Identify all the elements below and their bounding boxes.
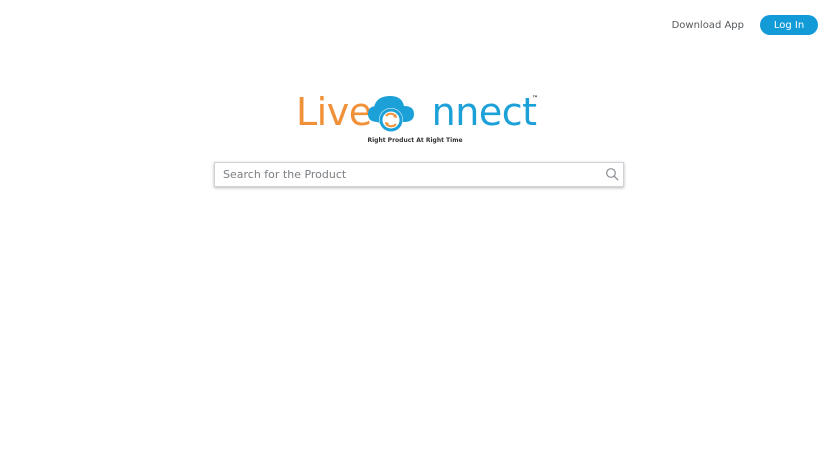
download-app-link[interactable]: Download App <box>672 20 744 31</box>
logo-tagline: Right Product At Right Time <box>367 137 463 144</box>
liveconnect-logo: LiveCnnect ™ <box>296 90 546 140</box>
search-icon[interactable] <box>605 167 619 181</box>
search-input[interactable] <box>215 163 595 186</box>
logo-nnect-text: nnect <box>431 90 537 134</box>
cloud-logo-icon <box>368 96 414 132</box>
login-button[interactable]: Log In <box>760 15 818 35</box>
search-bar <box>214 162 624 187</box>
trademark-symbol: ™ <box>532 95 538 102</box>
page: Download App Log In LiveCnnect ™ Right P… <box>0 0 840 472</box>
top-nav: Download App Log In <box>672 15 818 35</box>
